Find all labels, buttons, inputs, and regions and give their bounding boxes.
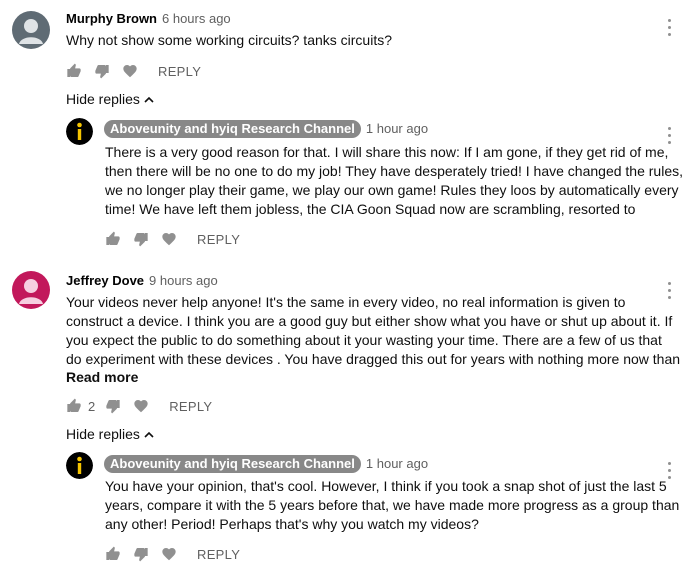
like-button[interactable] [105,546,121,562]
heart-icon [162,233,176,246]
reply-line: years, compare it with the 5 years befor… [105,497,680,513]
comment-line: construct a device. I think you are a go… [66,313,673,329]
like-count: 2 [88,398,96,414]
reply-line: we no longer play their game, we play ou… [105,182,679,198]
comment-line: do experiment with these devices . You h… [66,351,681,367]
hide-replies-label: Hide replies [66,426,140,442]
chevron-up-icon [144,96,154,103]
reply-line: then there will be no one to do my job! … [105,163,683,179]
heart-button[interactable] [161,546,177,562]
comment-time[interactable]: 6 hours ago [162,11,231,26]
dislike-button[interactable] [133,231,149,247]
thumb-down-icon [106,400,120,414]
reply-header: Aboveunity and hyiq Research Channel 1 ho… [104,120,428,138]
thumb-up-icon [67,63,81,77]
more-options-icon[interactable] [667,127,673,147]
reply-button[interactable]: REPLY [197,547,240,562]
comment-header: Jeffrey Dove 9 hours ago [66,273,218,289]
comment-time[interactable]: 9 hours ago [149,273,218,288]
comment-header: Murphy Brown 6 hours ago [66,11,231,27]
heart-icon [123,65,137,78]
more-options-icon[interactable] [667,462,673,482]
heart-button[interactable] [133,398,149,414]
channel-avatar[interactable] [66,452,93,479]
avatar[interactable] [12,271,50,309]
chevron-up-icon [144,431,154,438]
heart-button[interactable] [122,63,138,79]
reply-line: There is a very good reason for that. I … [105,144,669,160]
like-button[interactable] [105,231,121,247]
thumb-down-icon [134,233,148,247]
hide-replies-label: Hide replies [66,91,140,107]
comment-actions: REPLY [66,61,201,81]
reply-actions: REPLY [105,544,240,564]
reply-button[interactable]: REPLY [197,232,240,247]
dislike-button[interactable] [94,63,110,79]
more-options-icon[interactable] [667,19,673,39]
reply-button[interactable]: REPLY [158,64,201,79]
comment-author[interactable]: Murphy Brown [66,11,157,26]
dislike-button[interactable] [105,398,121,414]
reply-text: You have your opinion, that's cool. Howe… [105,477,679,534]
like-button[interactable] [66,63,82,79]
reply-button[interactable]: REPLY [169,399,212,414]
reply-line: time! We have left them jobless, the CIA… [105,201,636,217]
heart-icon [134,400,148,413]
reply-line: any other! Period! Perhaps that's why yo… [105,516,479,532]
more-options-icon[interactable] [667,282,673,302]
comment-actions: 2 REPLY [66,396,212,416]
heart-button[interactable] [161,231,177,247]
comment-line: you expect the public to do something ab… [66,332,662,348]
reply-text: There is a very good reason for that. I … [105,143,683,219]
channel-avatar[interactable] [66,118,93,145]
reply-header: Aboveunity and hyiq Research Channel 1 ho… [104,455,428,473]
comment-text: Why not show some working circuits? tank… [66,32,392,48]
dislike-button[interactable] [133,546,149,562]
user-avatar-icon [12,271,50,309]
channel-logo-icon [66,118,93,145]
read-more-link[interactable]: Read more [66,368,138,387]
thumb-up-icon [106,546,120,560]
comment-text: Your videos never help anyone! It's the … [66,293,680,369]
thumb-down-icon [134,548,148,562]
thumb-up-icon [67,398,81,412]
heart-icon [162,548,176,561]
thumb-down-icon [95,65,109,79]
reply-time[interactable]: 1 hour ago [366,121,428,136]
avatar[interactable] [12,11,50,49]
comment-line: Your videos never help anyone! It's the … [66,294,626,310]
thumb-up-icon [106,231,120,245]
reply-line: You have your opinion, that's cool. Howe… [105,478,667,494]
comment-author[interactable]: Jeffrey Dove [66,273,144,288]
reply-actions: REPLY [105,229,240,249]
user-avatar-icon [12,11,50,49]
channel-owner-badge[interactable]: Aboveunity and hyiq Research Channel [104,455,361,473]
hide-replies-button[interactable]: Hide replies [66,426,154,442]
like-button[interactable] [66,398,82,414]
channel-owner-badge[interactable]: Aboveunity and hyiq Research Channel [104,120,361,138]
channel-logo-icon [66,452,93,479]
hide-replies-button[interactable]: Hide replies [66,91,154,107]
reply-time[interactable]: 1 hour ago [366,456,428,471]
